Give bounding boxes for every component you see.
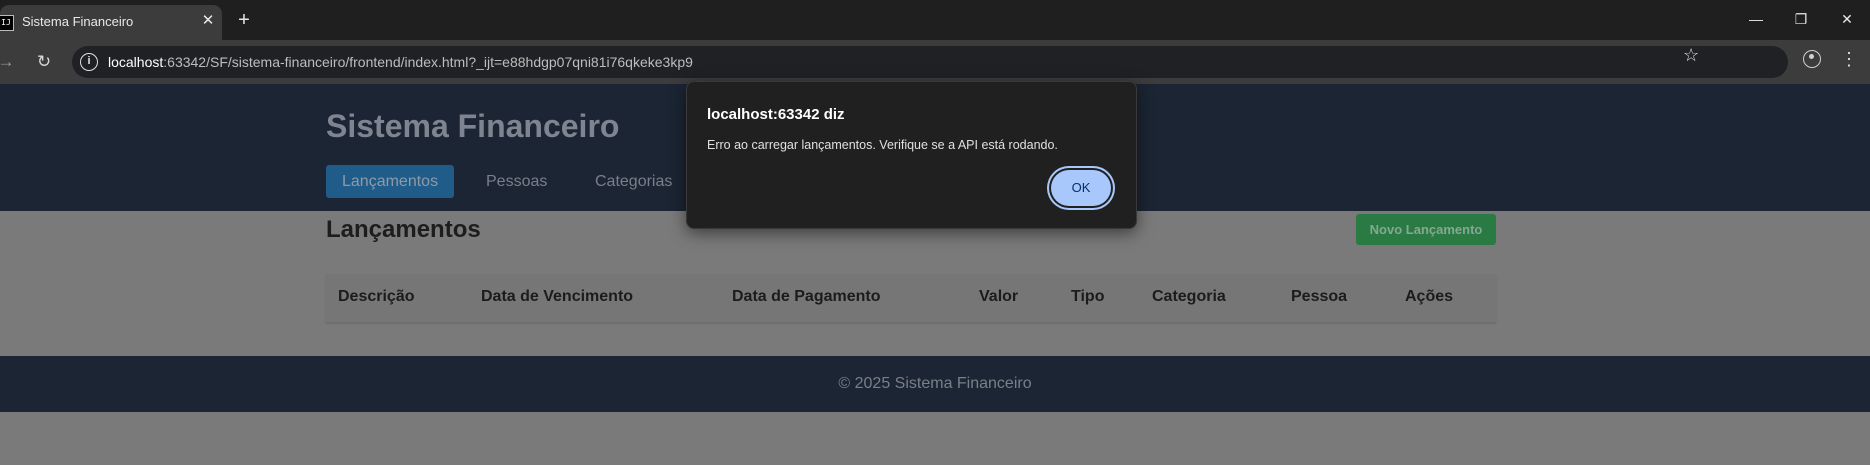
- tab-title: Sistema Financeiro: [22, 14, 134, 29]
- table-header-row: Descrição Data de Vencimento Data de Pag…: [326, 274, 1496, 323]
- alert-dialog: localhost:63342 diz Erro ao carregar lan…: [686, 81, 1137, 229]
- column-header-categoria: Categoria: [1152, 288, 1226, 305]
- tab-close-icon[interactable]: ✕: [198, 11, 218, 31]
- column-header-descricao: Descrição: [338, 288, 415, 305]
- column-header-pagamento: Data de Pagamento: [732, 288, 881, 305]
- address-bar[interactable]: i localhost:63342/SF/sistema-financeiro/…: [72, 46, 1788, 78]
- column-header-acoes: Ações: [1405, 288, 1454, 305]
- bookmark-star-icon[interactable]: ☆: [1683, 45, 1699, 66]
- tab-favicon-icon: IJ: [0, 15, 14, 31]
- footer-text: © 2025 Sistema Financeiro: [838, 375, 1032, 392]
- dialog-title: localhost:63342 diz: [707, 106, 845, 123]
- ok-button[interactable]: OK: [1051, 170, 1111, 206]
- column-header-tipo: Tipo: [1071, 288, 1105, 305]
- site-info-icon[interactable]: i: [80, 53, 98, 71]
- browser-tab[interactable]: IJ Sistema Financeiro ✕: [0, 5, 222, 40]
- browser-toolbar: → ↻ i localhost:63342/SF/sistema-finance…: [0, 40, 1870, 84]
- forward-icon[interactable]: →: [0, 52, 16, 72]
- column-header-vencimento: Data de Vencimento: [481, 288, 634, 305]
- close-window-icon[interactable]: ✕: [1836, 8, 1858, 30]
- new-tab-icon[interactable]: +: [233, 9, 255, 31]
- browser-menu-icon[interactable]: ⋮: [1840, 50, 1858, 70]
- nav-categorias[interactable]: Categorias: [579, 165, 688, 198]
- url-text[interactable]: localhost:63342/SF/sistema-financeiro/fr…: [108, 54, 693, 70]
- profile-icon[interactable]: [1803, 50, 1821, 68]
- minimize-icon[interactable]: —: [1745, 8, 1767, 30]
- column-header-valor: Valor: [979, 288, 1019, 305]
- section-title: Lançamentos: [326, 216, 481, 243]
- site-title: Sistema Financeiro: [326, 108, 620, 144]
- browser-tab-bar: IJ Sistema Financeiro ✕ + — ❐ ✕: [0, 0, 1870, 40]
- site-footer: © 2025 Sistema Financeiro: [0, 356, 1870, 412]
- dialog-message: Erro ao carregar lançamentos. Verifique …: [707, 138, 1058, 152]
- nav-lancamentos[interactable]: Lançamentos: [326, 165, 455, 198]
- nav-pessoas[interactable]: Pessoas: [470, 165, 563, 198]
- restore-icon[interactable]: ❐: [1790, 8, 1812, 30]
- new-entry-button[interactable]: Novo Lançamento: [1356, 214, 1496, 245]
- reload-icon[interactable]: ↻: [34, 52, 54, 72]
- column-header-pessoa: Pessoa: [1291, 288, 1348, 305]
